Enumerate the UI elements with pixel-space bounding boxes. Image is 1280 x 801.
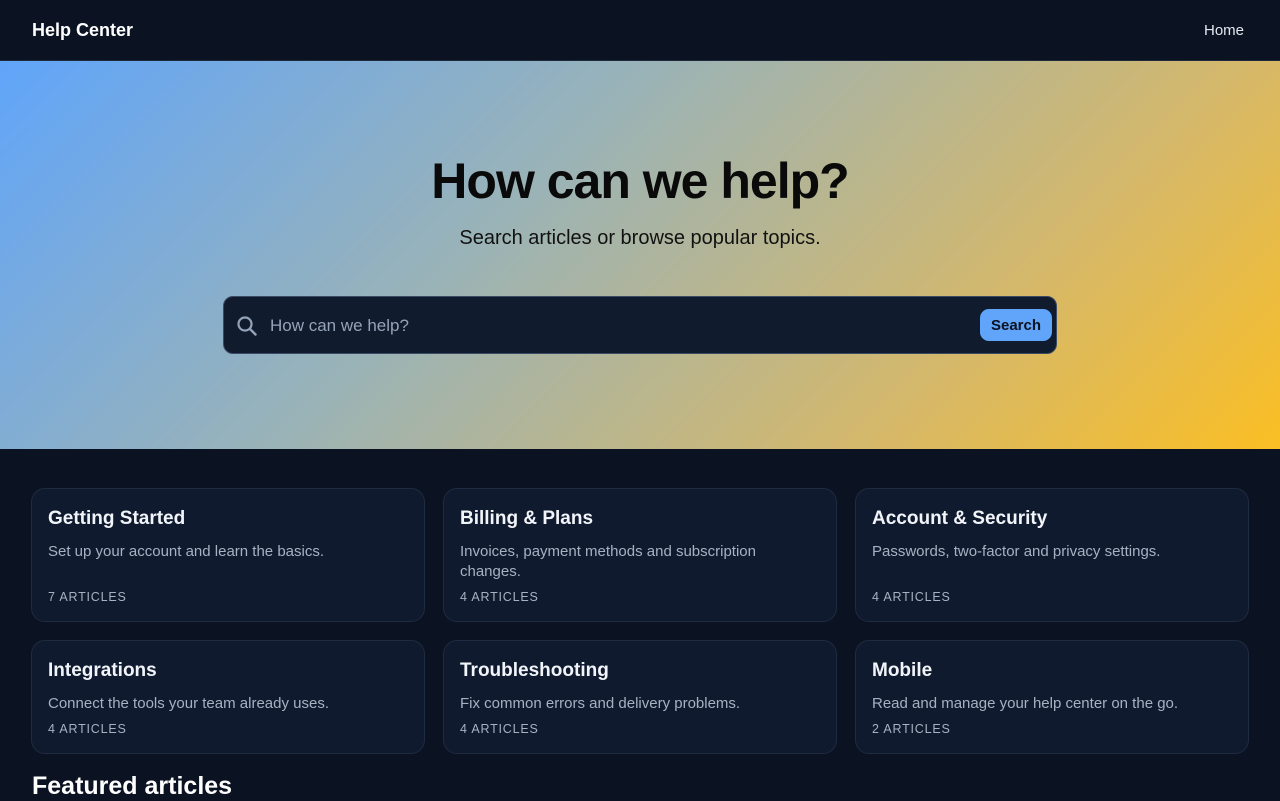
- nav-home-link[interactable]: Home: [1204, 22, 1244, 39]
- category-description: Connect the tools your team already uses…: [48, 695, 329, 712]
- hero-banner: How can we help? Search articles or brow…: [0, 61, 1280, 449]
- search-button[interactable]: Search: [980, 309, 1052, 341]
- category-card-getting-started[interactable]: Getting Started Set up your account and …: [31, 488, 425, 622]
- search-input[interactable]: [270, 311, 970, 341]
- hero-subtitle: Search articles or browse popular topics…: [459, 227, 821, 249]
- top-nav-bar: Help Center Home: [0, 0, 1280, 61]
- category-article-count: 4 ARTICLES: [460, 722, 539, 736]
- category-article-count: 4 ARTICLES: [48, 722, 127, 736]
- category-title: Troubleshooting: [460, 660, 609, 681]
- category-article-count: 4 ARTICLES: [460, 590, 539, 604]
- category-description: Passwords, two-factor and privacy settin…: [872, 543, 1161, 560]
- category-title: Getting Started: [48, 508, 186, 529]
- category-card-billing-plans[interactable]: Billing & Plans Invoices, payment method…: [443, 488, 837, 622]
- category-card-integrations[interactable]: Integrations Connect the tools your team…: [31, 640, 425, 754]
- category-description: Invoices, payment methods and subscripti…: [460, 543, 756, 580]
- category-description: Read and manage your help center on the …: [872, 695, 1179, 712]
- category-title: Integrations: [48, 660, 157, 681]
- hero-title: How can we help?: [431, 153, 849, 209]
- category-title: Billing & Plans: [460, 508, 594, 529]
- category-card-troubleshooting[interactable]: Troubleshooting Fix common errors and de…: [443, 640, 837, 754]
- category-card-account-security[interactable]: Account & Security Passwords, two-factor…: [855, 488, 1249, 622]
- search-bar: Search: [223, 296, 1057, 354]
- category-article-count: 7 ARTICLES: [48, 590, 127, 604]
- category-article-count: 2 ARTICLES: [872, 722, 951, 736]
- category-description: Set up your account and learn the basics…: [48, 543, 325, 560]
- featured-articles-heading: Featured articles: [32, 772, 233, 800]
- category-description: Fix common errors and delivery problems.: [460, 695, 741, 712]
- category-title: Mobile: [872, 660, 933, 681]
- category-card-mobile[interactable]: Mobile Read and manage your help center …: [855, 640, 1249, 754]
- category-article-count: 4 ARTICLES: [872, 590, 951, 604]
- search-icon: [237, 316, 257, 336]
- brand-title[interactable]: Help Center: [32, 20, 133, 41]
- category-title: Account & Security: [872, 508, 1048, 529]
